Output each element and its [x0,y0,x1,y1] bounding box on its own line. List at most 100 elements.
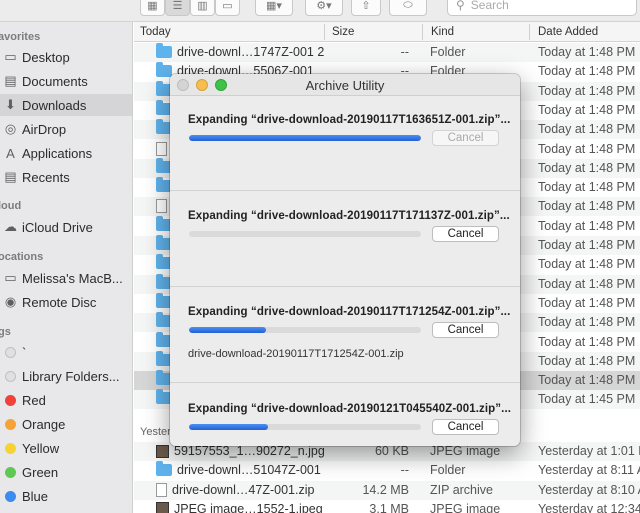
file-kind: JPEG image [430,444,501,458]
file-date-added: Today at 1:48 PM [538,257,636,272]
sidebar-item-label: Downloads [22,97,87,113]
sidebar-item-label: Blue [22,488,49,504]
icon-view-button[interactable]: ▦ [140,0,165,16]
file-name-cell: 59157553_1…90272_n.jpg [156,444,325,458]
sidebar-item-label: Desktop [22,49,70,65]
item-divider [170,190,520,191]
applications-icon: A [6,145,15,161]
item-divider [170,286,520,287]
archive-utility-body: Expanding “drive-download-20190117T16365… [170,96,520,446]
documents-icon: ▤ [4,73,17,88]
sidebar-item-applications[interactable]: A Applications [0,142,132,164]
sidebar-item-label: Melissa's MacB... [22,270,123,286]
file-date-added: Yesterday at 12:34 P [538,501,640,513]
sidebar-item-airdrop[interactable]: ◎ AirDrop [0,118,132,140]
sidebar-item-label: ` [22,344,27,360]
progress-bar [189,327,421,333]
cancel-button[interactable]: Cancel [432,419,499,435]
group-button[interactable]: ▦▾ [255,0,293,16]
sidebar-item-desktop[interactable]: ▭ Desktop [0,46,132,68]
sidebar-header-icloud: loud [0,200,22,212]
sidebar-item-label: Library Folders... [22,368,120,384]
file-date-added: Today at 1:48 PM [538,276,636,291]
sidebar-tag-red[interactable]: Red [0,389,132,411]
sidebar-item-label: Red [22,392,46,408]
sidebar-item-remote-disc[interactable]: ◉ Remote Disc [0,291,132,313]
sidebar-tag-yellow[interactable]: Yellow [0,437,132,459]
tags-button[interactable]: ⬭ [389,0,427,16]
gallery-view-icon: ▭ [222,0,233,12]
sidebar-tag-blue[interactable]: Blue [0,485,132,507]
column-name[interactable]: Today [140,26,171,38]
file-kind: Folder [430,45,466,59]
expand-label: Expanding “drive-download-20190117T17125… [188,306,511,318]
sidebar-tag-orange[interactable]: Orange [0,413,132,435]
file-kind: ZIP archive [430,482,493,497]
file-date-added: Today at 1:48 PM [538,295,636,310]
sidebar: avorites ▭ Desktop ▤ Documents ⬇ Downloa… [0,22,133,513]
disc-icon: ◉ [4,294,17,309]
table-row[interactable]: drive-downl…1747Z-001 2 -- Folder Today at … [134,43,640,62]
sidebar-item-label: Documents [22,73,88,89]
gear-icon: ⚙▾ [316,0,332,12]
progress-bar [189,424,421,430]
sidebar-item-label: Yellow [22,440,60,456]
file-name: JPEG image…1552-1.jpeg [174,501,323,513]
file-name-cell: drive-downl…47Z-001.zip [156,482,314,497]
file-size: 3.1 MB [369,501,409,513]
sidebar-tag-library-folders[interactable]: Library Folders... [0,365,132,387]
cloud-icon: ☁ [4,219,17,234]
sidebar-item-recents[interactable]: ▤ Recents [0,166,132,188]
file-date-added: Today at 1:45 PM [538,392,636,407]
file-date-added: Today at 1:48 PM [538,238,636,252]
progress-fill [189,424,268,430]
gallery-view-button[interactable]: ▭ [215,0,240,16]
file-date-added: Yesterday at 1:01 PM [538,444,640,458]
sidebar-item-label: AirDrop [22,121,67,137]
sidebar-tag-backtick[interactable]: ` [0,341,132,363]
laptop-icon: ▭ [4,270,17,285]
file-name: 59157553_1…90272_n.jpg [174,444,325,458]
table-row[interactable]: JPEG image…1552-1.jpeg 3.1 MB JPEG image Ye… [134,500,640,513]
column-size[interactable]: Size [332,26,354,38]
tag-dot-icon [2,466,19,478]
sidebar-item-label: Orange [22,416,66,432]
sidebar-item-macbook[interactable]: ▭ Melissa's MacB... [0,267,132,289]
expand-subtext: drive-download-20190117T171254Z-001.zip [188,348,404,360]
file-size: 60 KB [374,444,409,458]
sidebar-item-icloud-drive[interactable]: ☁ iCloud Drive [0,216,132,238]
action-button[interactable]: ⚙▾ [305,0,343,16]
sidebar-item-label: Remote Disc [22,294,97,310]
airdrop-icon: ◎ [4,121,17,136]
share-button[interactable]: ⇧ [351,0,381,16]
column-view-button[interactable]: ▥ [190,0,215,16]
icon-view-icon: ▦ [147,0,158,12]
file-name: drive-downl…51047Z-001 [177,463,321,478]
expand-label: Expanding “drive-download-20190117T16365… [188,114,511,126]
zip-icon [156,141,167,156]
file-size: -- [400,45,409,59]
column-kind[interactable]: Kind [431,26,454,38]
sidebar-item-documents[interactable]: ▤ Documents [0,70,132,92]
cancel-button[interactable]: Cancel [432,226,499,242]
column-header: Today Size Kind Date Added [134,22,640,42]
table-row[interactable]: drive-downl…47Z-001.zip 14.2 MB ZIP archiv… [134,480,640,500]
sidebar-header-tags: gs [0,326,11,338]
file-name-cell: drive-downl…1747Z-001 2 [156,43,324,59]
recents-icon: ▤ [4,169,17,184]
table-row[interactable]: drive-downl…51047Z-001 -- Folder Yesterday … [134,461,640,480]
tag-dot-icon [2,394,19,406]
cancel-button[interactable]: Cancel [432,322,499,338]
sidebar-item-label: Green [22,464,59,480]
list-view-button[interactable]: ☰ [165,0,190,16]
search-field[interactable]: ⚲ Search [447,0,637,16]
file-date-added: Yesterday at 8:10 AM [538,482,640,497]
sidebar-tag-green[interactable]: Green [0,461,132,483]
cancel-button[interactable]: Cancel [432,130,499,146]
column-date-added[interactable]: Date Added [538,26,598,38]
file-kind: JPEG image [430,501,501,513]
sidebar-item-downloads[interactable]: ⬇ Downloads [0,94,132,116]
expand-label: Expanding “drive-download-20190121T04554… [188,403,512,415]
folder-icon [156,461,172,477]
tag-icon: ⬭ [403,0,413,11]
